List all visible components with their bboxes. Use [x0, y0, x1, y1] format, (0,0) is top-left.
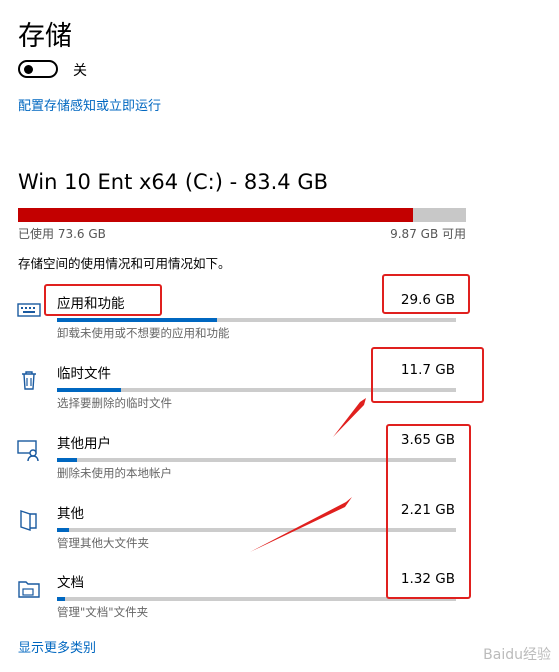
annotation-arrows [250, 398, 366, 552]
watermark: Baidu经验 [483, 644, 551, 664]
watermark-text: Baidu经验 [483, 647, 551, 663]
annotation-arrow-others [250, 497, 352, 552]
annotation-arrow-temp [333, 398, 366, 437]
